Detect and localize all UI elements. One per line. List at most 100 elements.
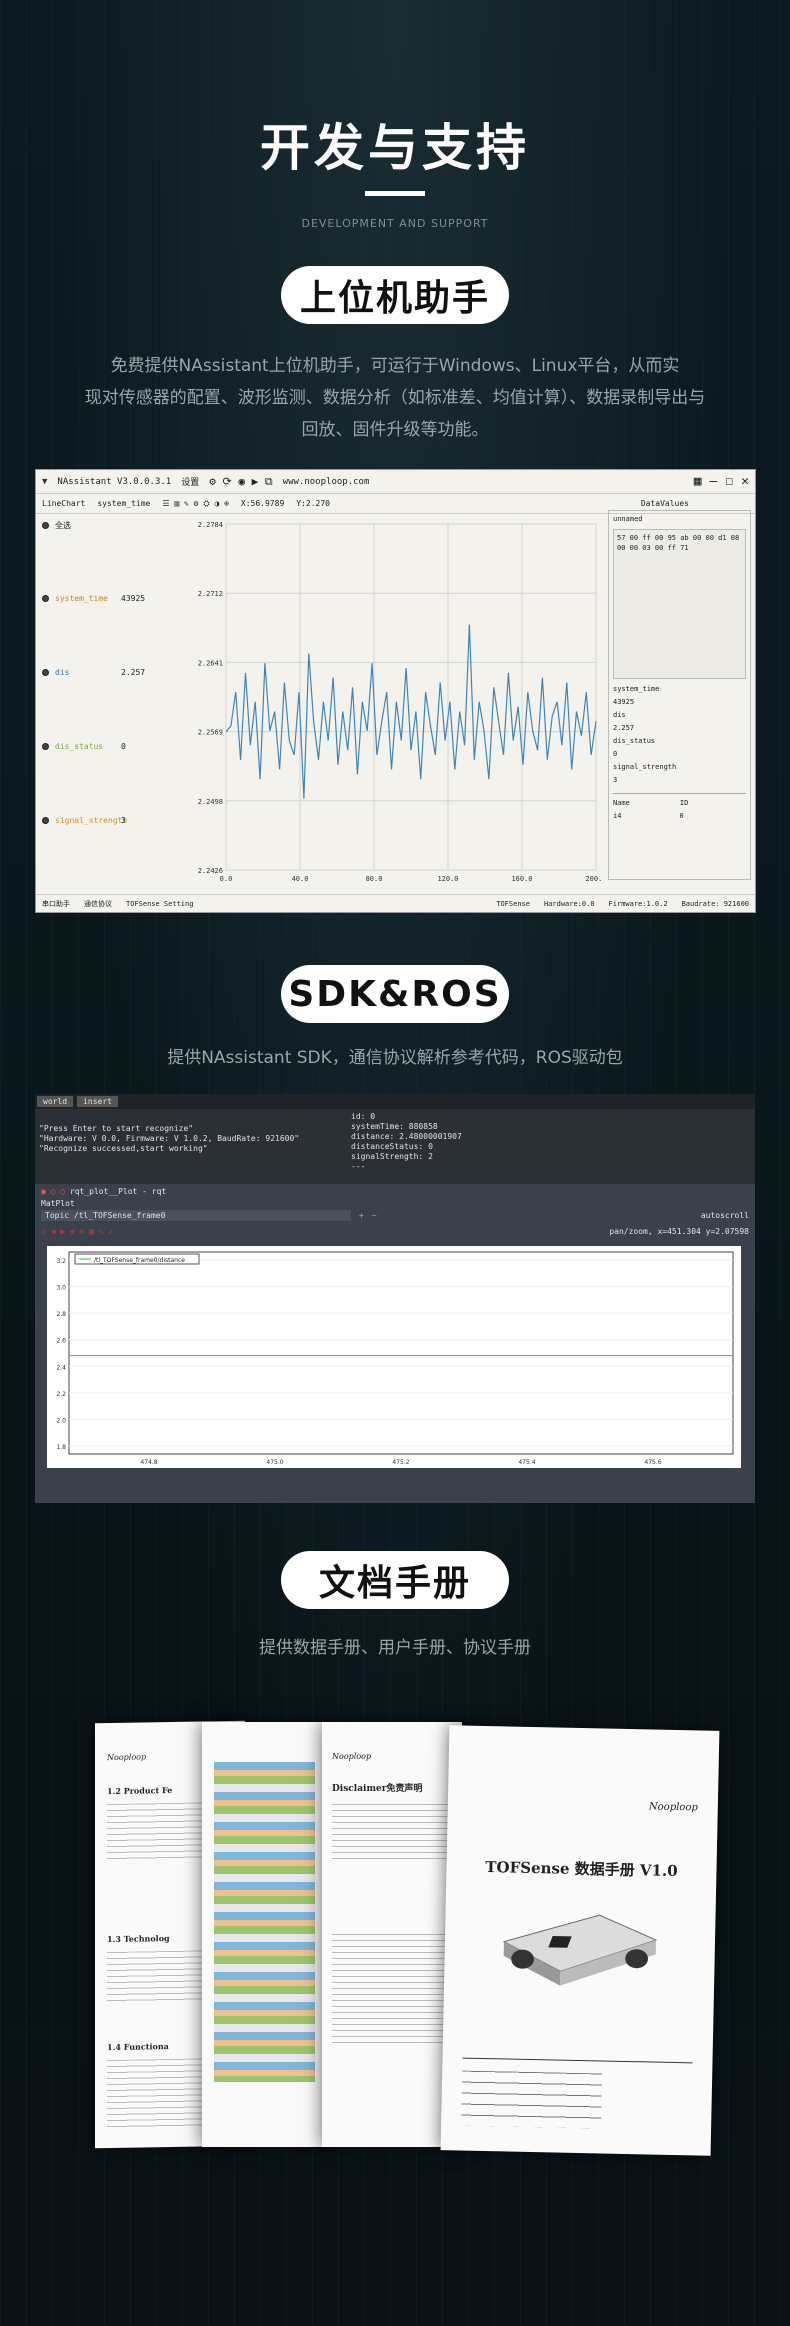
unnamed-label: unnamed (613, 515, 643, 523)
terminal-line: "Hardware: V 0.0, Firmware: V 1.0.2, Bau… (39, 1134, 300, 1143)
plot-tool-icons[interactable]: ⌂ ◀ ▶ ✥ ⊕ ▦ ✎ ✓ (41, 1227, 113, 1236)
msg-line: distanceStatus: 0 (351, 1142, 433, 1151)
msg-line: signalStrength: 2 (351, 1152, 433, 1161)
variable-name: signal_strength (55, 816, 128, 825)
table-cell: 0 (679, 812, 684, 820)
topic-row: Topic /tl_TOFSense_frame0 + − autoscroll (35, 1208, 755, 1223)
desc-line: 免费提供NAssistant上位机助手，可运行于Windows、Linux平台，… (110, 356, 680, 376)
rqt-plot-area (68, 1251, 734, 1455)
toolbar-icons[interactable]: ⚙ ⟳ ◉ ▶ ⧉ (209, 475, 272, 489)
sensor-illustration (502, 1914, 658, 1986)
y-tick-label: 2.2498 (198, 798, 223, 806)
field-item: 3 (613, 776, 618, 784)
rqt-titlebar: ● ○ ○ rqt_plot__Plot - rqt (41, 1187, 167, 1196)
cursor-y-readout: Y:2.270 (296, 499, 330, 508)
variable-panel: 全选 system_time 43925 dis 2.257 dis_statu… (42, 520, 182, 880)
radio-icon[interactable] (42, 595, 49, 602)
section-pill-sdk: SDK&ROS (281, 965, 509, 1023)
status-firmware: Firmware:1.0.2 (608, 899, 668, 908)
add-topic-icon[interactable]: + (359, 1211, 364, 1220)
datavalues-panel: unnamed 57 00 ff 00 95 ab 00 00 d1 08 00… (608, 510, 751, 880)
legend-label: /tl_TOFSense_frame0/distance (94, 1257, 185, 1264)
hex-display: 57 00 ff 00 95 ab 00 00 d1 08 00 00 03 0… (613, 529, 746, 679)
cover-divider (462, 2057, 693, 2064)
x-tick-label: 40.0 (292, 875, 309, 883)
desc-line: 回放、固件升级等功能。 (301, 420, 489, 440)
x-tick-label: 200.0 (585, 875, 601, 883)
doc-cover-title: TOFSense 数据手册 V1.0 (485, 1858, 678, 1881)
title-divider (365, 191, 425, 196)
variable-row[interactable]: dis 2.257 (42, 668, 182, 677)
y-tick-label: 2.8 (56, 1311, 66, 1318)
tab-world[interactable]: world (37, 1096, 74, 1107)
hex-bytes: 57 00 ff 00 95 ab 00 00 d1 08 00 00 03 0… (617, 534, 740, 552)
doc-text (332, 1804, 452, 1864)
tofsense-setting-button[interactable]: TOFSense Setting (126, 900, 193, 908)
line-chart[interactable]: 2.2784 2.2712 2.2641 2.2569 2.2498 2.24260.0 4… (186, 518, 601, 890)
app-title: NAssistant V3.0.0.3.1 (57, 476, 172, 487)
y-tick-label: 2.2569 (198, 729, 223, 737)
x-tick-label: 160.0 (511, 875, 532, 883)
variable-name: system_time (55, 594, 108, 603)
y-tick-label: 3.2 (56, 1258, 66, 1265)
doc-disclaimer-title: Disclaimer免责声明 (332, 1784, 423, 1794)
field-item: 0 (613, 750, 618, 758)
field-item: signal_strength (613, 763, 677, 771)
ros-window: world insert "Press Enter to start recog… (35, 1094, 755, 1503)
x-tick-label: 0.0 (220, 875, 233, 883)
desc-line: 现对传感器的配置、波形监测、数据分析（如标准差、均值计算）、数据录制导出与 (84, 388, 706, 408)
radio-icon[interactable] (42, 743, 49, 750)
variable-row[interactable]: signal_strength 3 (42, 816, 182, 825)
x-tick-label: 475.6 (644, 1459, 661, 1466)
tab-linechart[interactable]: LineChart (42, 499, 85, 508)
protocol-button[interactable]: 通信协议 (84, 899, 112, 909)
msg-line: systemTime: 880858 (351, 1122, 438, 1131)
y-tick-label: 2.2784 (198, 521, 223, 529)
tab-insert[interactable]: insert (77, 1096, 118, 1107)
document-cover: Nooploop TOFSense 数据手册 V1.0 (440, 1725, 720, 2156)
topic-echo: id: 0 systemTime: 880858 distance: 2.480… (351, 1112, 462, 1172)
rqt-distance-plot[interactable]: 3.2 3.0 2.8 2.6 2.4 2.2 2.0 1.8 474.8 475.0 475.2 4… (47, 1246, 741, 1468)
table-header: Name (613, 799, 630, 807)
status-bar: 串口助手 通信协议 TOFSense Setting TOFSense Hard… (36, 894, 755, 912)
plot-toolbar: ⌂ ◀ ▶ ✥ ⊕ ▦ ✎ ✓ pan/zoom, x=451.304 y=2.… (35, 1223, 755, 1240)
close-icon[interactable]: ✕ (741, 474, 749, 489)
maximize-icon[interactable]: ☐ (725, 474, 733, 489)
variable-row[interactable]: dis_status 0 (42, 742, 182, 751)
x-tick-label: 475.4 (518, 1459, 535, 1466)
chart-tool-icons[interactable]: ☰ ▥ ✎ ⚙ ⛭ ◑ ⊕ (162, 499, 229, 509)
x-variable-select[interactable]: system_time (97, 499, 150, 508)
field-item: 43925 (613, 698, 635, 706)
y-tick-label: 2.6 (56, 1338, 66, 1345)
doc-brand: Nooploop (332, 1752, 372, 1761)
select-all-row[interactable]: 全选 (42, 520, 182, 531)
variable-row[interactable]: system_time 43925 (42, 594, 182, 603)
status-hardware: Hardware:0.0 (543, 899, 595, 908)
datavalues-tab[interactable]: DataValues (641, 499, 689, 508)
y-tick-label: 2.2426 (198, 867, 223, 875)
minimize-icon[interactable]: — (710, 474, 718, 489)
doc-cover-info (461, 2070, 603, 2129)
variable-name: dis (55, 668, 70, 677)
terminal-line: "Recognize successed,start working" (39, 1144, 208, 1153)
status-device: TOFSense (496, 899, 530, 908)
section-pill-assistant: 上位机助手 (281, 266, 509, 324)
variable-value: 2.257 (121, 668, 146, 677)
layout-icon[interactable]: ▦ (694, 474, 702, 489)
autoscroll-checkbox[interactable]: autoscroll (701, 1211, 749, 1220)
field-list: system_time 43925 dis 2.257 dis_status 0 signa… (613, 683, 746, 787)
matplot-label: MatPlot (41, 1199, 75, 1208)
website-link[interactable]: www.nooploop.com (283, 477, 370, 487)
settings-menu[interactable]: 设置 (181, 475, 199, 488)
radio-icon[interactable] (42, 817, 49, 824)
section1-description: 免费提供NAssistant上位机助手，可运行于Windows、Linux平台，… (0, 350, 790, 446)
radio-icon[interactable] (42, 669, 49, 676)
topic-field[interactable]: Topic /tl_TOFSense_frame0 (41, 1210, 351, 1221)
serial-assistant-button[interactable]: 串口助手 (42, 899, 70, 909)
remove-topic-icon[interactable]: − (372, 1211, 377, 1220)
document-page-2 (202, 1722, 327, 2147)
variable-value: 43925 (121, 594, 146, 603)
checkbox-icon[interactable] (42, 522, 49, 529)
window-controls: ▦ — ☐ ✕ (694, 474, 749, 489)
msg-line: --- (351, 1162, 366, 1171)
